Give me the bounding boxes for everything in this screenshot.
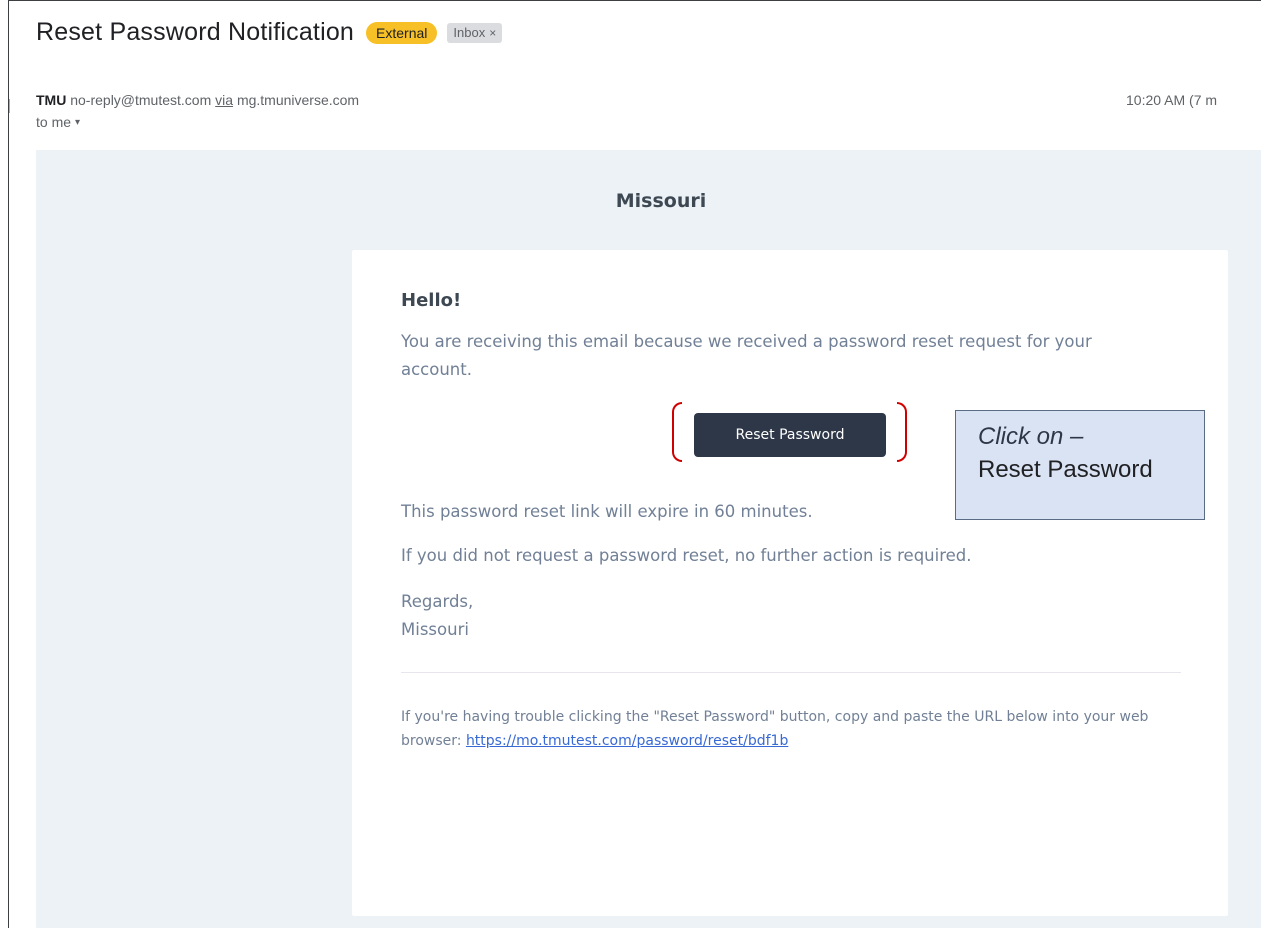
email-card-content: Hello! You are receiving this email beca… — [401, 290, 1181, 753]
via-domain: mg.tmuniverse.com — [236, 92, 360, 108]
subject-row: Reset Password Notification External Inb… — [36, 18, 503, 47]
sender-name: TMU — [36, 92, 67, 108]
callout-line-1: Click on – — [978, 423, 1084, 450]
divider — [401, 672, 1181, 673]
sender-row: TMU no-reply@tmutest.com via mg.tmuniver… — [36, 92, 359, 108]
via-link[interactable]: via — [215, 92, 233, 108]
email-subject: Reset Password Notification — [36, 18, 355, 46]
callout-line-2: Reset Password — [978, 456, 1153, 483]
recipient-text: to me — [36, 114, 72, 130]
regards-text: Regards, — [401, 592, 474, 611]
left-edge-marker — [9, 99, 18, 113]
inbox-label-text: Inbox — [453, 24, 486, 40]
no-action-note: If you did not request a password reset,… — [401, 546, 972, 565]
reset-url-link[interactable]: https://mo.tmutest.com/password/reset/bd… — [466, 733, 788, 749]
instruction-callout: Click on – Reset Password — [955, 410, 1205, 520]
email-brand-header: Missouri — [615, 190, 707, 212]
chevron-down-icon[interactable]: ▾ — [75, 117, 80, 128]
intro-text: You are receiving this email because we … — [401, 332, 1092, 379]
highlight-bracket-left — [672, 402, 682, 462]
signature-text: Missouri — [401, 620, 469, 639]
recipient-row[interactable]: to me ▾ — [36, 114, 80, 130]
external-label: External — [366, 21, 438, 44]
email-timestamp: 10:20 AM (7 m — [1126, 92, 1218, 108]
reset-password-button[interactable]: Reset Password — [694, 413, 886, 457]
remove-label-icon[interactable]: × — [489, 25, 496, 41]
highlight-bracket-right — [897, 402, 907, 462]
email-card: Hello! You are receiving this email beca… — [352, 250, 1228, 916]
email-body-background: Missouri Hello! You are receiving this e… — [36, 150, 1261, 928]
inbox-label[interactable]: Inbox × — [447, 22, 503, 43]
greeting: Hello! — [401, 290, 462, 311]
trouble-note: If you're having trouble clicking the "R… — [401, 705, 1191, 753]
closing: Regards, Missouri — [401, 588, 1181, 644]
sender-email: no-reply@tmutest.com — [70, 92, 212, 108]
